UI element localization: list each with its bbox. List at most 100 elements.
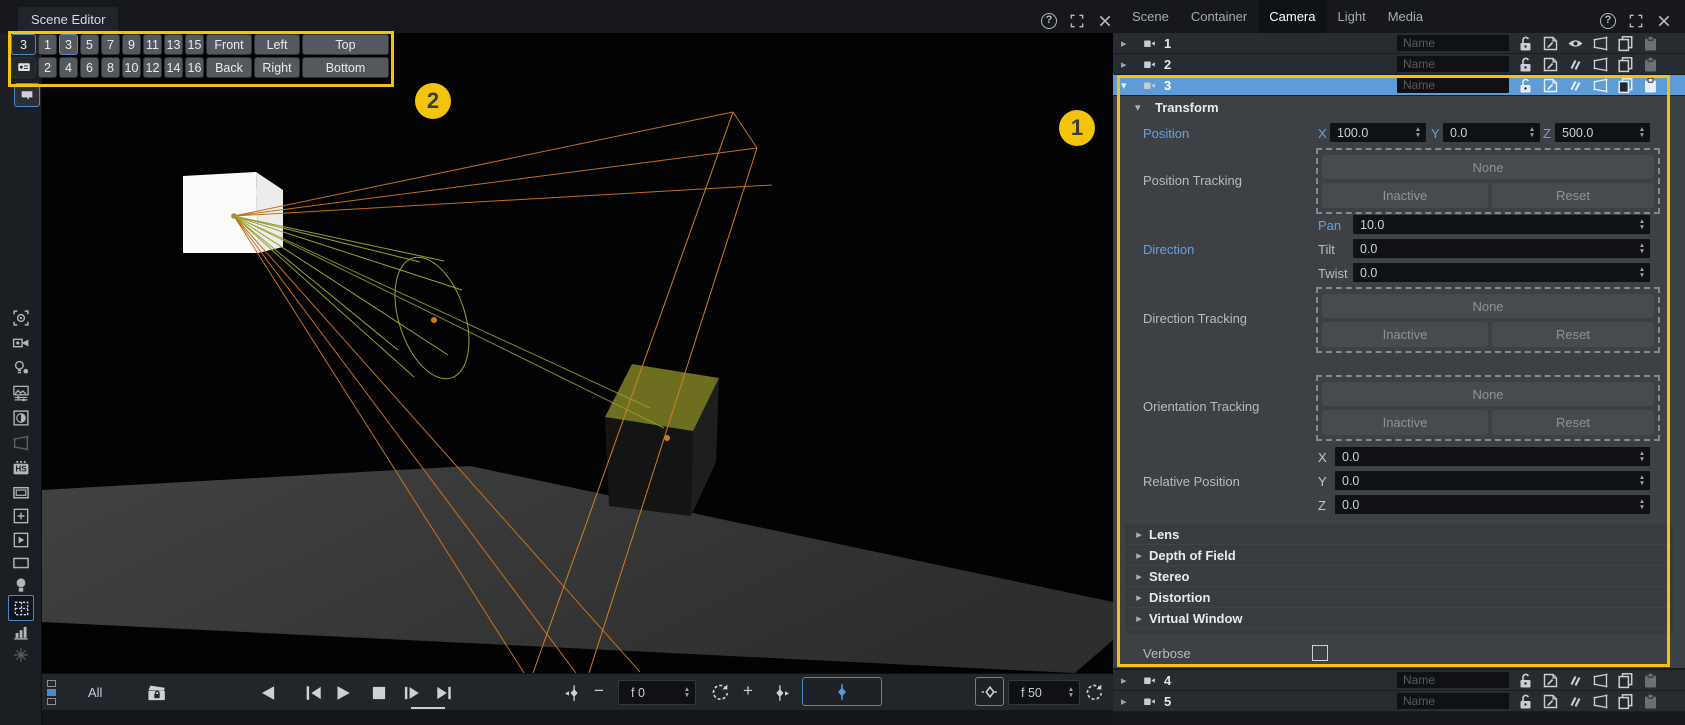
paste-icon[interactable] <box>1642 693 1659 710</box>
performance-chart-icon[interactable] <box>12 623 30 641</box>
lock-icon[interactable] <box>1517 693 1534 710</box>
frustum-icon[interactable] <box>1592 693 1609 710</box>
paste-icon[interactable] <box>1642 77 1659 94</box>
stepper[interactable] <box>1634 267 1650 279</box>
prev-keyframe-icon[interactable] <box>563 683 583 703</box>
safe-rect-icon[interactable] <box>12 554 30 572</box>
camera-13-button[interactable]: 13 <box>164 34 183 55</box>
camera-11-button[interactable]: 11 <box>143 34 162 55</box>
comment-bubble-button[interactable] <box>14 83 40 107</box>
contrast-icon[interactable] <box>12 409 30 427</box>
relative-x-field[interactable]: 0.0 <box>1335 447 1650 466</box>
paste-icon[interactable] <box>1642 56 1659 73</box>
tilt-field[interactable]: 0.0 <box>1353 239 1650 258</box>
tab-scene[interactable]: Scene <box>1121 0 1180 33</box>
tracking-none-button[interactable]: None <box>1322 382 1654 406</box>
copy-icon[interactable] <box>1617 672 1634 689</box>
tracking-inactive-button[interactable]: Inactive <box>1322 322 1488 347</box>
tab-container[interactable]: Container <box>1180 0 1258 33</box>
top-view-button[interactable]: Top <box>302 34 389 55</box>
camera-name-input[interactable] <box>1397 693 1509 709</box>
hidden-icon[interactable] <box>1567 672 1584 689</box>
light-visibility-icon[interactable] <box>12 359 30 377</box>
render-star-icon[interactable] <box>12 646 30 664</box>
stepper[interactable] <box>1524 127 1540 139</box>
camera-15-button[interactable]: 15 <box>185 34 204 55</box>
next-keyframe-icon[interactable] <box>771 683 791 703</box>
current-keyframe-button[interactable] <box>802 677 882 706</box>
camera-row-1[interactable]: 1 <box>1113 33 1685 54</box>
tracking-none-button[interactable]: None <box>1322 294 1654 318</box>
keyframe-note-icon[interactable] <box>1542 693 1559 710</box>
copy-icon[interactable] <box>1617 693 1634 710</box>
help-icon[interactable] <box>1041 13 1057 29</box>
verbose-checkbox[interactable] <box>1312 645 1328 661</box>
stepper[interactable] <box>1634 127 1650 139</box>
chevron-right-icon[interactable] <box>1121 58 1137 71</box>
frame-start-stepper[interactable] <box>679 687 695 699</box>
director-all-dropdown[interactable]: All <box>80 674 110 711</box>
tracking-reset-button[interactable]: Reset <box>1492 410 1654 435</box>
camera-10-button[interactable]: 10 <box>122 57 141 78</box>
loop-icon-2[interactable] <box>1084 682 1104 702</box>
play-backward-button[interactable] <box>255 682 281 704</box>
safe-area-hs-icon[interactable] <box>12 459 30 477</box>
left-view-button[interactable]: Left <box>254 34 300 55</box>
info-slide-button[interactable] <box>11 57 36 78</box>
play-from-start-button[interactable] <box>400 682 424 704</box>
frame-end-field[interactable]: f 50 <box>1008 680 1080 705</box>
chevron-right-icon[interactable] <box>1121 37 1137 50</box>
collapse-transform-icon[interactable] <box>1135 101 1141 114</box>
close-icon[interactable] <box>1097 13 1113 29</box>
scene-visibility-icon[interactable] <box>12 334 30 352</box>
camera-name-input[interactable] <box>1397 56 1509 72</box>
lock-icon[interactable] <box>1517 35 1534 52</box>
camera-2-button[interactable]: 2 <box>38 57 57 78</box>
camera-3-button[interactable]: 3 <box>59 34 78 55</box>
camera-8-button[interactable]: 8 <box>101 57 120 78</box>
camera-select-icon[interactable] <box>12 309 30 327</box>
copy-icon[interactable] <box>1617 77 1634 94</box>
tab-media[interactable]: Media <box>1377 0 1434 33</box>
grid-toggle-selected[interactable] <box>8 595 34 621</box>
close-icon[interactable] <box>1656 13 1672 29</box>
position-y-field[interactable]: 0.0 <box>1443 123 1540 142</box>
camera-12-button[interactable]: 12 <box>143 57 162 78</box>
scene-editor-tab[interactable]: Scene Editor <box>18 7 118 33</box>
tracking-reset-button[interactable]: Reset <box>1492 322 1654 347</box>
relative-y-field[interactable]: 0.0 <box>1335 471 1650 490</box>
position-z-field[interactable]: 500.0 <box>1555 123 1650 142</box>
frame-start-field[interactable]: f 0 <box>618 680 696 705</box>
section-lens[interactable]: Lens <box>1125 524 1673 545</box>
keyframe-note-icon[interactable] <box>1542 77 1559 94</box>
chevron-down-icon[interactable] <box>1121 79 1137 92</box>
twist-field[interactable]: 0.0 <box>1353 263 1650 282</box>
keyframe-note-icon[interactable] <box>1542 35 1559 52</box>
chevron-right-icon[interactable] <box>1121 695 1137 708</box>
hidden-icon[interactable] <box>1567 693 1584 710</box>
tracking-inactive-button[interactable]: Inactive <box>1322 183 1488 208</box>
camera-9-button[interactable]: 9 <box>122 34 141 55</box>
tab-light[interactable]: Light <box>1327 0 1377 33</box>
frustum-icon[interactable] <box>1592 77 1609 94</box>
eye-icon[interactable] <box>1567 35 1584 52</box>
copy-icon[interactable] <box>1617 35 1634 52</box>
remove-keyframe-button[interactable] <box>594 681 604 701</box>
hidden-icon[interactable] <box>1567 56 1584 73</box>
camera-5-button[interactable]: 5 <box>80 34 99 55</box>
frustum-icon[interactable] <box>1592 35 1609 52</box>
tracking-none-button[interactable]: None <box>1322 155 1654 179</box>
right-view-button[interactable]: Right <box>254 57 300 78</box>
help-icon[interactable] <box>1600 13 1616 29</box>
stepper[interactable] <box>1410 127 1426 139</box>
loop-icon[interactable] <box>710 682 730 702</box>
stop-button[interactable] <box>368 682 390 704</box>
step-back-button[interactable] <box>303 682 325 704</box>
camera-row-2[interactable]: 2 <box>1113 54 1685 75</box>
frustum-icon[interactable] <box>1592 56 1609 73</box>
camera-4-button[interactable]: 4 <box>59 57 78 78</box>
keyframe-note-icon[interactable] <box>1542 56 1559 73</box>
monitor-icon[interactable] <box>12 484 30 502</box>
clapperboard-lock-icon[interactable] <box>146 682 168 704</box>
current-camera-button[interactable]: 3 <box>11 34 36 55</box>
